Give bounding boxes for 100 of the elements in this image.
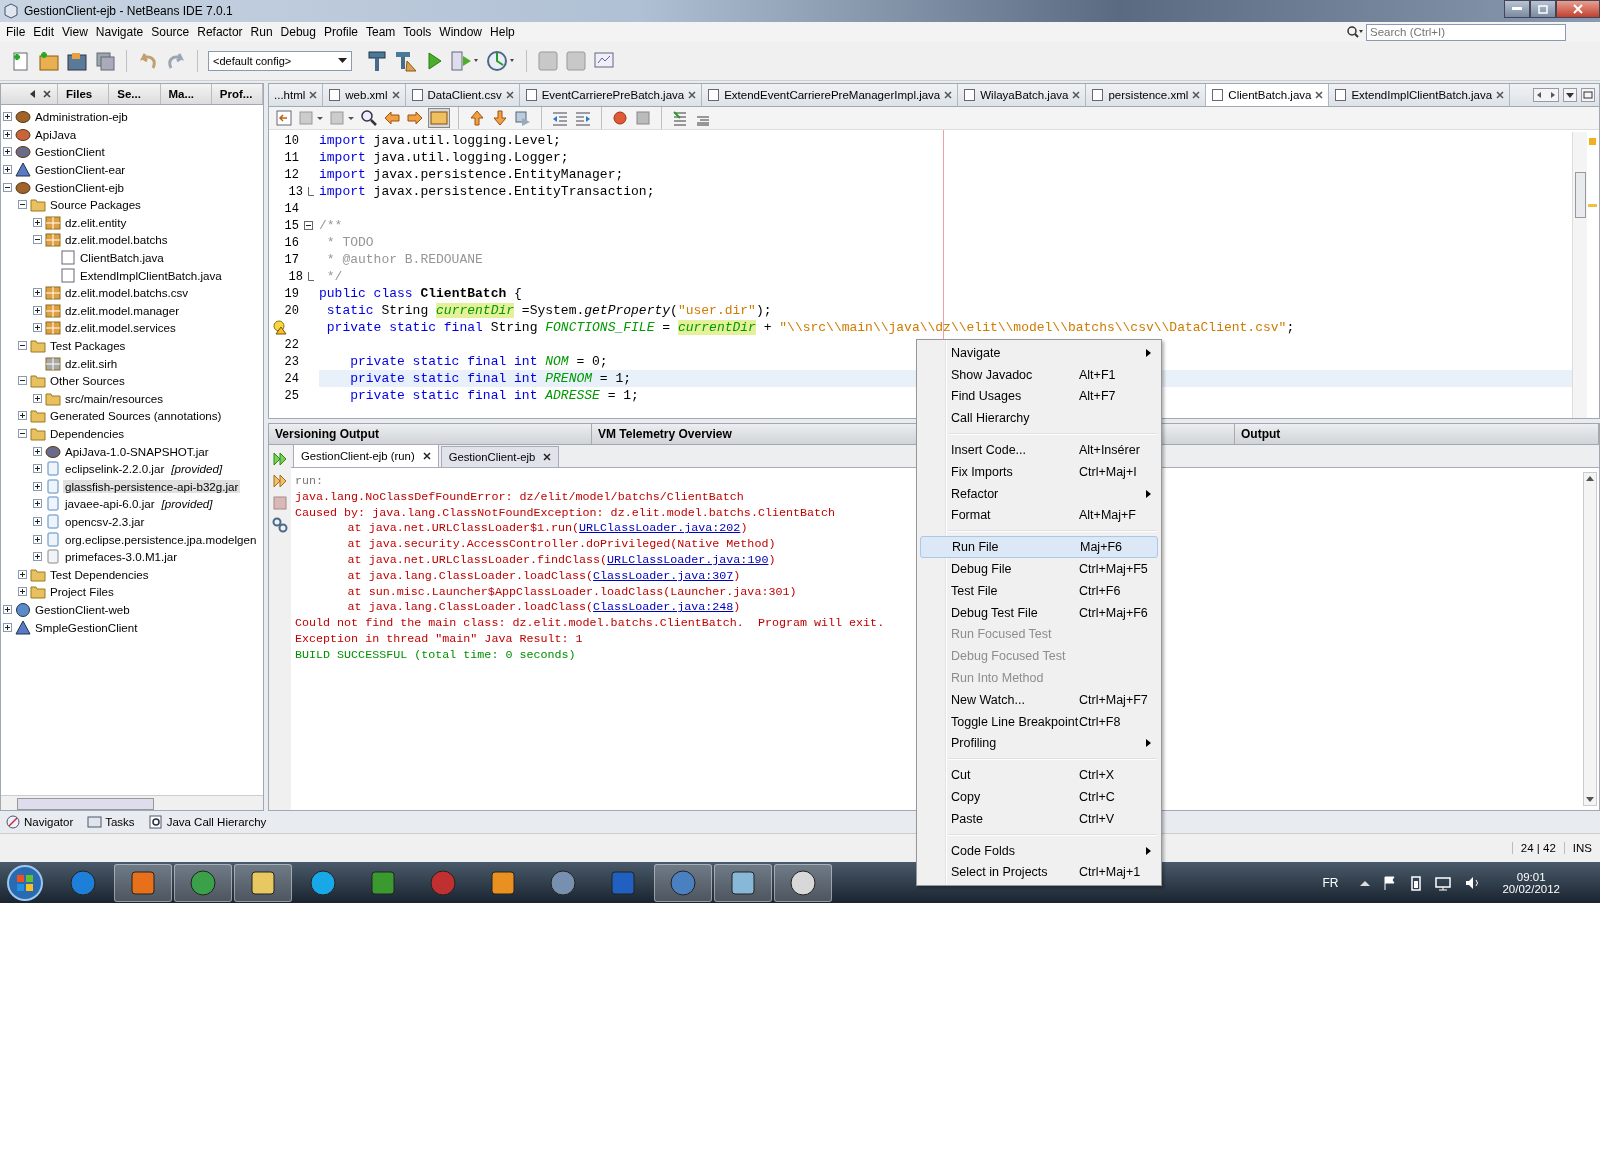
tree-item[interactable]: Test Dependencies xyxy=(48,567,151,581)
taskbar-button[interactable] xyxy=(114,863,172,902)
tree-item[interactable]: ApiJava xyxy=(33,127,79,141)
expander-icon[interactable] xyxy=(3,112,12,122)
magnifier-icon[interactable] xyxy=(360,109,378,127)
tree-item[interactable]: Administration-ejb xyxy=(33,110,130,124)
link[interactable]: URLClassLoader.java:190 xyxy=(607,553,769,567)
menu-item[interactable]: Format Alt+Maj+F xyxy=(919,504,1159,527)
expander-icon[interactable] xyxy=(3,604,12,614)
expander-icon[interactable] xyxy=(33,446,42,456)
menu-item[interactable]: Cut Ctrl+X xyxy=(919,764,1159,787)
save-all-icon[interactable] xyxy=(94,50,116,72)
menu-item[interactable]: Toggle Line BreakpointCtrl+F8 xyxy=(919,710,1159,733)
menu-item[interactable]: Run xyxy=(246,25,277,39)
expander-icon[interactable] xyxy=(18,200,27,210)
gears-icon[interactable] xyxy=(272,517,288,533)
panel-tab[interactable]: Ma... xyxy=(160,84,212,104)
taskbar-button[interactable] xyxy=(714,863,772,902)
menu-item[interactable]: Select in Projects Ctrl+Maj+1 xyxy=(919,861,1159,884)
open-folder-icon[interactable] xyxy=(66,50,88,72)
expander-icon[interactable] xyxy=(33,305,42,315)
menu-item[interactable]: Profile xyxy=(320,25,362,39)
expander-icon[interactable] xyxy=(18,376,27,386)
language-indicator[interactable]: FR xyxy=(1322,875,1339,890)
tree-item[interactable]: org.eclipse.persistence.jpa.modelgen xyxy=(63,532,259,546)
arrow-right-icon[interactable] xyxy=(406,109,424,127)
taskbar-button[interactable] xyxy=(654,863,712,902)
menu-item[interactable]: Run File Maj+F6 xyxy=(920,536,1158,559)
lightbulb-warning-icon[interactable] xyxy=(273,320,287,335)
arrow-down-icon[interactable] xyxy=(491,109,509,127)
output-tab[interactable]: GestionClient-ejb xyxy=(440,446,560,467)
expander-icon[interactable] xyxy=(33,552,42,562)
editor-tab[interactable]: ...html xyxy=(269,84,324,106)
editor-tab[interactable]: ExtendImplClientBatch.java xyxy=(1329,84,1511,106)
rerun-icon[interactable] xyxy=(272,473,288,489)
menu-item[interactable]: Fix Imports Ctrl+Maj+I xyxy=(919,461,1159,483)
tree-item[interactable]: dz.elit.model.services xyxy=(63,321,178,335)
menu-item[interactable]: Refactor xyxy=(193,25,247,39)
scroll-down-arrow-icon[interactable] xyxy=(1586,797,1594,802)
link[interactable]: URLClassLoader.java:202 xyxy=(579,521,741,536)
battery-icon[interactable] xyxy=(1410,874,1423,891)
menu-item[interactable]: View xyxy=(58,25,92,39)
record-icon[interactable] xyxy=(611,109,629,127)
close-button[interactable] xyxy=(1556,0,1600,18)
expander-icon[interactable] xyxy=(3,147,12,157)
menu-item[interactable]: New Watch... Ctrl+Maj+F7 xyxy=(919,688,1159,711)
horizontal-scrollbar[interactable] xyxy=(1,795,263,810)
menu-item[interactable]: Navigate xyxy=(919,342,1159,364)
panel-tab[interactable]: Files xyxy=(58,84,110,104)
fold-collapse-icon[interactable] xyxy=(304,221,313,230)
vertical-scrollbar[interactable] xyxy=(1572,132,1587,418)
output-tab[interactable]: GestionClient-ejb (run) xyxy=(293,444,439,467)
panel-tab[interactable]: Prof... xyxy=(211,84,263,104)
expander-icon[interactable] xyxy=(33,534,42,544)
taskbar-button[interactable] xyxy=(774,863,832,902)
menu-item[interactable]: File xyxy=(2,25,30,39)
editor-tab[interactable]: ClientBatch.java xyxy=(1206,84,1330,106)
back-icon[interactable] xyxy=(275,109,293,127)
tree-item[interactable]: dz.elit.sirh xyxy=(63,356,120,370)
menu-item[interactable]: Debug xyxy=(276,25,320,39)
shift-left-icon[interactable] xyxy=(551,109,569,127)
tree-item[interactable]: GestionClient-ear xyxy=(33,163,128,177)
tree-item[interactable]: ExtendImplClientBatch.java xyxy=(78,268,224,282)
tree-item[interactable]: src/main/resources xyxy=(63,391,165,405)
expander-icon[interactable] xyxy=(33,393,42,403)
expander-icon[interactable] xyxy=(33,323,42,333)
menu-item[interactable]: Source xyxy=(147,25,194,39)
network-icon[interactable] xyxy=(1434,874,1453,891)
expander-icon[interactable] xyxy=(18,587,27,597)
tree-item[interactable]: eclipselink-2.2.0.jar xyxy=(63,462,167,476)
scroll-tabs-icon[interactable] xyxy=(1533,88,1559,102)
tree-item[interactable]: GestionClient xyxy=(33,145,107,159)
menu-item[interactable]: Help xyxy=(486,25,519,39)
comment-lines-icon[interactable] xyxy=(671,109,689,127)
hammer-broom-icon[interactable] xyxy=(394,49,418,73)
editor-tab[interactable]: DataClient.csv xyxy=(405,84,520,106)
maximize-button[interactable] xyxy=(1530,0,1556,18)
expander-icon[interactable] xyxy=(3,129,12,139)
expander-icon[interactable] xyxy=(3,622,12,632)
menu-item[interactable]: Code Folds xyxy=(919,839,1159,862)
scroll-up-arrow-icon[interactable] xyxy=(1586,476,1594,481)
config-dropdown[interactable]: <default config> xyxy=(208,51,352,71)
menu-item[interactable]: Team xyxy=(362,25,400,39)
menu-item[interactable]: Window xyxy=(435,25,487,39)
arrow-up-icon[interactable] xyxy=(468,109,486,127)
tree-item[interactable]: dz.elit.model.batchs xyxy=(63,233,170,247)
dropdown-icon[interactable] xyxy=(1563,88,1577,102)
vertical-scrollbar[interactable] xyxy=(1583,472,1597,806)
new-project-icon[interactable] xyxy=(38,50,60,72)
menu-item[interactable]: Refactor xyxy=(919,482,1159,505)
tree-item[interactable]: dz.elit.model.manager xyxy=(63,303,182,317)
bottom-tab[interactable]: Java Call Hierarchy xyxy=(148,815,267,829)
menu-item[interactable]: Find Usages Alt+F7 xyxy=(919,385,1159,408)
bottom-tab[interactable]: Navigator xyxy=(6,815,74,829)
menu-item[interactable]: Paste Ctrl+V xyxy=(919,807,1159,830)
panel-header[interactable]: Output xyxy=(1235,424,1599,444)
menu-item[interactable]: Edit xyxy=(29,25,59,39)
tree-item[interactable]: SmpleGestionClient xyxy=(33,620,140,634)
tree-item[interactable]: javaee-api-6.0.jar xyxy=(63,497,157,511)
menu-item[interactable]: Debug File Ctrl+Maj+F5 xyxy=(919,558,1159,580)
